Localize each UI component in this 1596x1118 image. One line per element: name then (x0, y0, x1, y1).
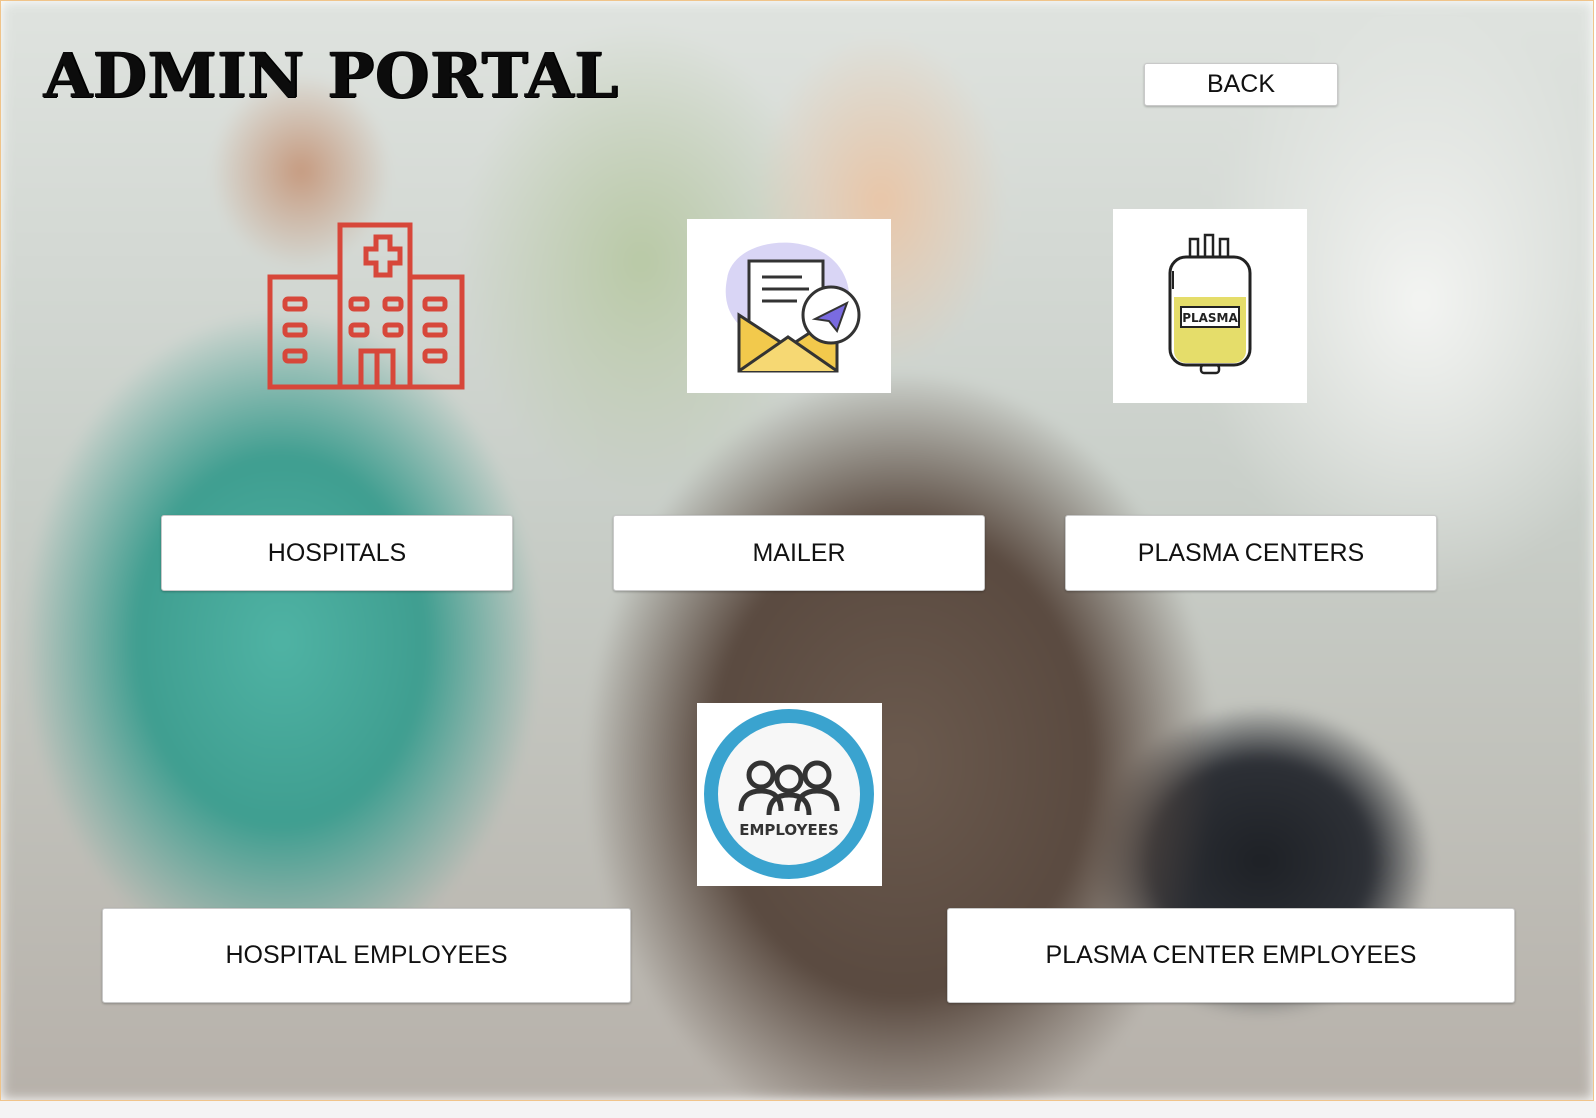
hospitals-button[interactable]: HOSPITALS (161, 515, 513, 591)
employees-icon-text: EMPLOYEES (739, 821, 839, 839)
hospital-employees-button[interactable]: HOSPITAL EMPLOYEES (102, 908, 631, 1003)
plasma-icon-text: PLASMA (1182, 311, 1238, 325)
window-bottom-edge (0, 1101, 1596, 1118)
employees-group-icon: EMPLOYEES (697, 703, 882, 886)
plasma-bag-icon: PLASMA (1113, 209, 1307, 403)
plasma-center-employees-button[interactable]: PLASMA CENTER EMPLOYEES (947, 908, 1515, 1003)
hospital-building-icon (263, 219, 469, 391)
plasma-centers-button[interactable]: PLASMA CENTERS (1065, 515, 1437, 591)
app-window: ADMIN PORTAL BACK PLASMA EMPLOYEES HOSPI… (0, 0, 1594, 1101)
back-button[interactable]: BACK (1144, 63, 1338, 106)
mail-envelope-icon (687, 219, 891, 393)
mailer-button[interactable]: MAILER (613, 515, 985, 591)
page-title: ADMIN PORTAL (43, 39, 619, 112)
